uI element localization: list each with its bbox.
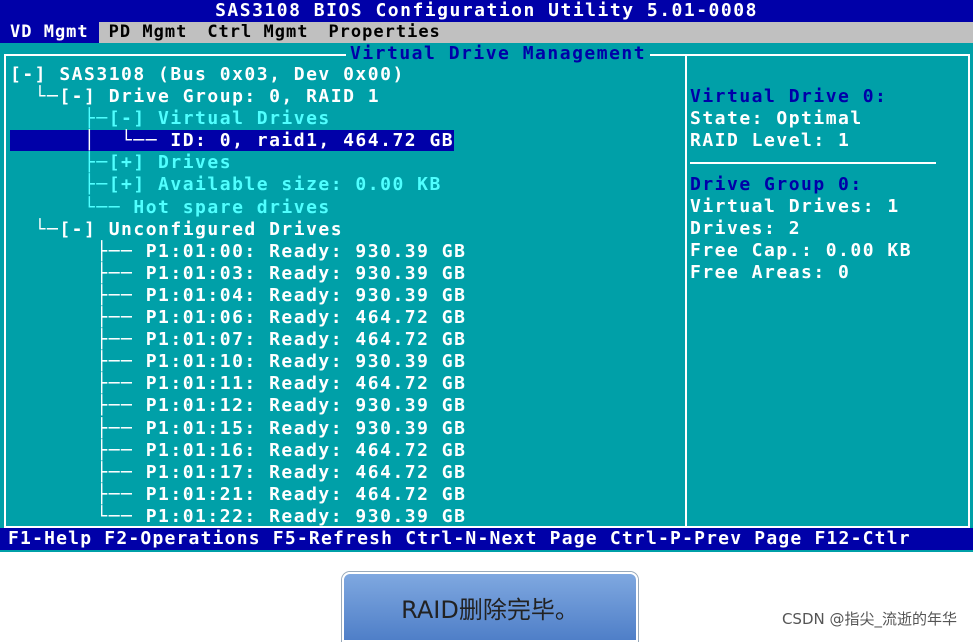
tree-pd-item[interactable]: └── P1:01:22: Ready: 930.39 GB — [10, 506, 670, 528]
tree-available-size[interactable]: ├─[+] Available size: 0.00 KB — [10, 174, 670, 196]
tree-pd-item[interactable]: ├── P1:01:03: Ready: 930.39 GB — [10, 263, 670, 285]
tree-pd-item[interactable]: ├── P1:01:21: Ready: 464.72 GB — [10, 484, 670, 506]
tree-pd-item[interactable]: ├── P1:01:11: Ready: 464.72 GB — [10, 373, 670, 395]
dg-free-areas: Free Areas: 0 — [690, 262, 851, 283]
tree-vd-0-label: │ └── ID: 0, raid1, 464.72 GB — [10, 130, 455, 152]
dg-virtual-drives: Virtual Drives: 1 — [690, 196, 900, 217]
drive-tree: [-] SAS3108 (Bus 0x03, Dev 0x00) └─[-] D… — [10, 64, 670, 528]
menu-pd-mgmt[interactable]: PD Mgmt — [99, 22, 198, 43]
dg-heading: Drive Group 0: — [690, 174, 863, 195]
tree-controller[interactable]: [-] SAS3108 (Bus 0x03, Dev 0x00) — [10, 64, 670, 86]
menu-properties[interactable]: Properties — [318, 22, 450, 43]
menu-vd-mgmt[interactable]: VD Mgmt — [0, 22, 99, 43]
tree-drive-group[interactable]: └─[-] Drive Group: 0, RAID 1 — [10, 86, 670, 108]
tree-hot-spare[interactable]: └── Hot spare drives — [10, 197, 670, 219]
tree-pd-item[interactable]: ├── P1:01:00: Ready: 930.39 GB — [10, 241, 670, 263]
tree-unconfigured[interactable]: └─[-] Unconfigured Drives — [10, 219, 670, 241]
window-title: SAS3108 BIOS Configuration Utility 5.01-… — [0, 0, 973, 22]
info-panel: Virtual Drive 0: State: Optimal RAID Lev… — [690, 86, 960, 284]
dg-drives: Drives: 2 — [690, 218, 802, 239]
panel-divider — [685, 56, 687, 526]
tree-pd-item[interactable]: ├── P1:01:12: Ready: 930.39 GB — [10, 395, 670, 417]
status-bar: F1-Help F2-Operations F5-Refresh Ctrl-N-… — [0, 528, 973, 550]
vd-raid-level: RAID Level: 1 — [690, 130, 851, 151]
menu-bar: VD Mgmt PD Mgmt Ctrl Mgmt Properties — [0, 22, 973, 43]
tree-vd-0[interactable]: │ └── ID: 0, raid1, 464.72 GB — [10, 130, 670, 152]
vd-state: State: Optimal — [690, 108, 863, 129]
vd-heading: Virtual Drive 0: — [690, 86, 888, 107]
bios-screen: SAS3108 BIOS Configuration Utility 5.01-… — [0, 0, 973, 552]
tree-pd-item[interactable]: ├── P1:01:04: Ready: 930.39 GB — [10, 285, 670, 307]
tree-drives[interactable]: ├─[+] Drives — [10, 152, 670, 174]
watermark: CSDN @指尖_流逝的年华 — [781, 610, 957, 628]
tree-pd-item[interactable]: ├── P1:01:07: Ready: 464.72 GB — [10, 329, 670, 351]
menu-ctrl-mgmt[interactable]: Ctrl Mgmt — [197, 22, 318, 43]
tree-pd-item[interactable]: ├── P1:01:17: Ready: 464.72 GB — [10, 462, 670, 484]
tree-pd-item[interactable]: ├── P1:01:10: Ready: 930.39 GB — [10, 351, 670, 373]
panel-title: Virtual Drive Management — [346, 43, 651, 65]
tree-virtual-drives[interactable]: ├─[-] Virtual Drives — [10, 108, 670, 130]
tree-pd-item[interactable]: ├── P1:01:06: Ready: 464.72 GB — [10, 307, 670, 329]
caption-label: RAID删除完毕。 — [342, 572, 638, 642]
tree-pd-item[interactable]: ├── P1:01:16: Ready: 464.72 GB — [10, 440, 670, 462]
dg-free-cap: Free Cap.: 0.00 KB — [690, 240, 913, 261]
tree-pd-item[interactable]: ├── P1:01:15: Ready: 930.39 GB — [10, 418, 670, 440]
info-separator — [690, 162, 936, 164]
